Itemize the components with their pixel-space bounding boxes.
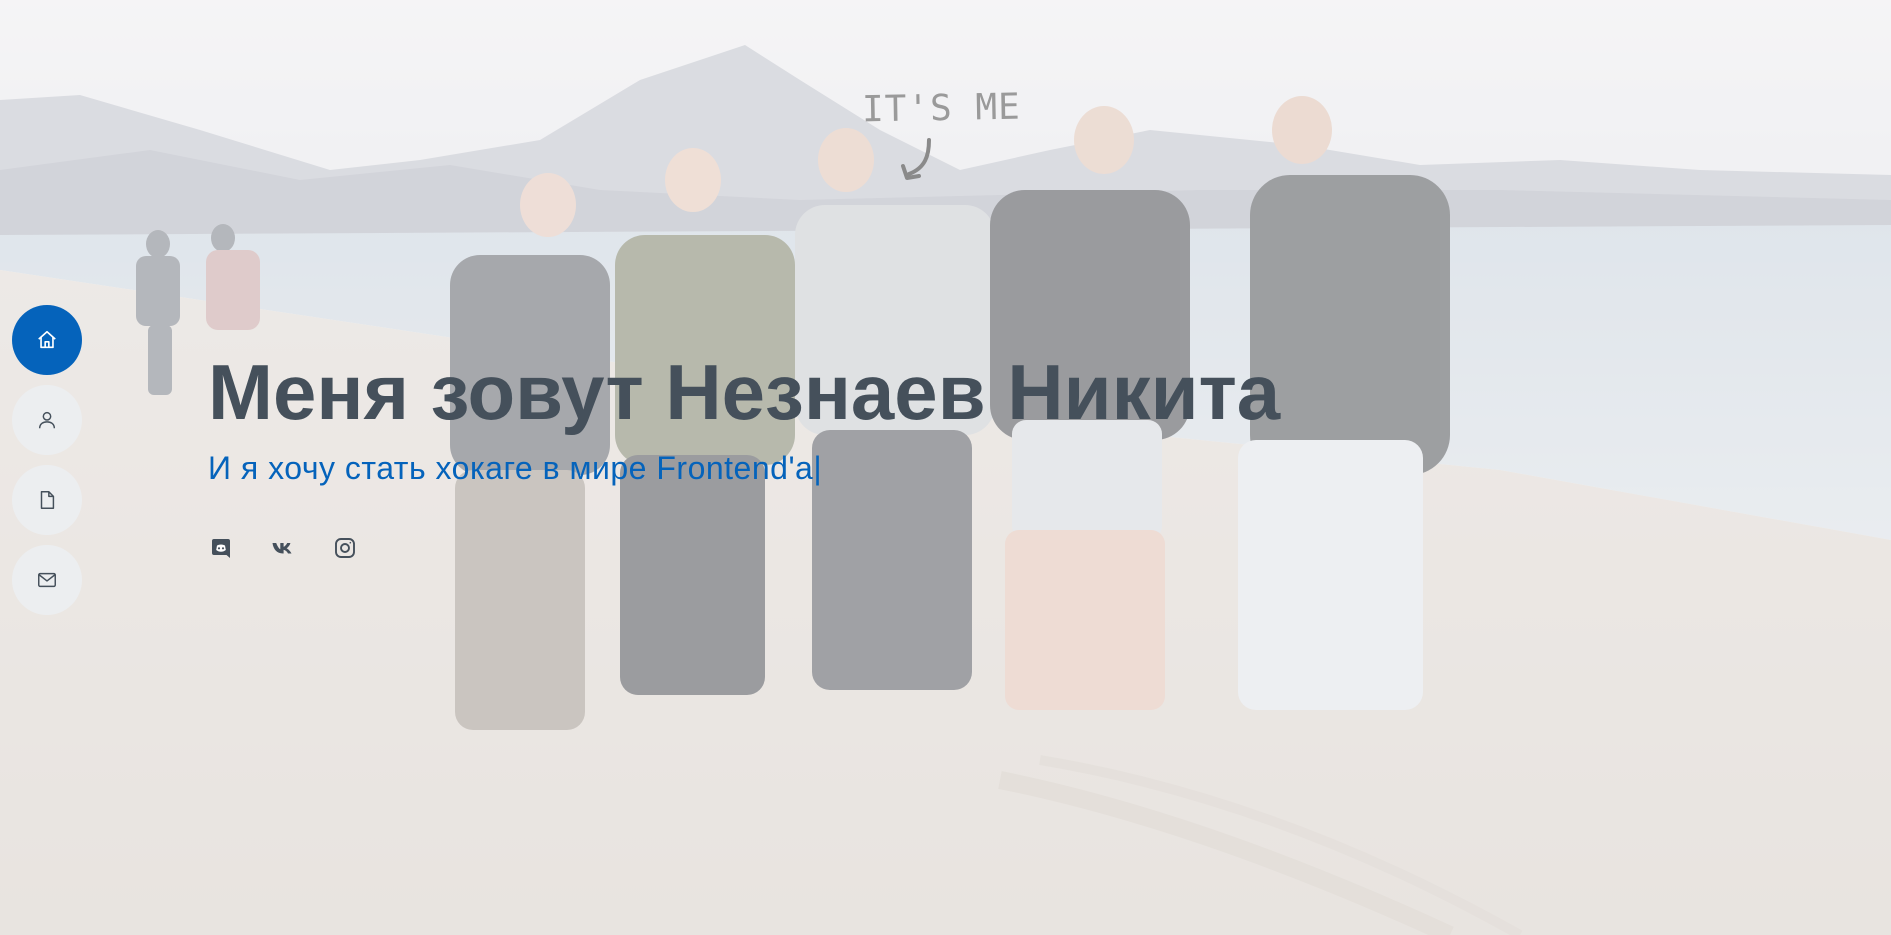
- curved-arrow-icon: [901, 138, 931, 180]
- hero-title: Меня зовут Незнаев Никита: [208, 348, 1281, 436]
- vk-icon: [272, 543, 292, 554]
- hero-subtitle: И я хочу стать хокаге в мире Frontend'a|: [208, 450, 822, 487]
- its-me-annotation: IT'S ME: [861, 86, 1022, 131]
- nav-about-button[interactable]: [12, 385, 82, 455]
- envelope-icon: [38, 572, 56, 588]
- user-icon: [38, 411, 56, 429]
- file-icon: [40, 491, 55, 509]
- nav-contact-button[interactable]: [12, 545, 82, 615]
- instagram-icon: [335, 538, 355, 558]
- typing-cursor: |: [813, 450, 823, 486]
- discord-icon: [212, 539, 230, 558]
- hero-section: IT'S ME Меня зовут Незнаев Никита И я хо…: [0, 0, 1891, 935]
- typed-text: И я хочу стать хокаге в мире Frontend'a: [208, 450, 814, 486]
- discord-link[interactable]: [208, 535, 234, 561]
- side-navigation: [12, 305, 82, 615]
- social-links: [208, 535, 358, 561]
- instagram-link[interactable]: [332, 535, 358, 561]
- vk-link[interactable]: [270, 535, 296, 561]
- home-icon: [38, 330, 56, 349]
- nav-resume-button[interactable]: [12, 465, 82, 535]
- nav-home-button[interactable]: [12, 305, 82, 375]
